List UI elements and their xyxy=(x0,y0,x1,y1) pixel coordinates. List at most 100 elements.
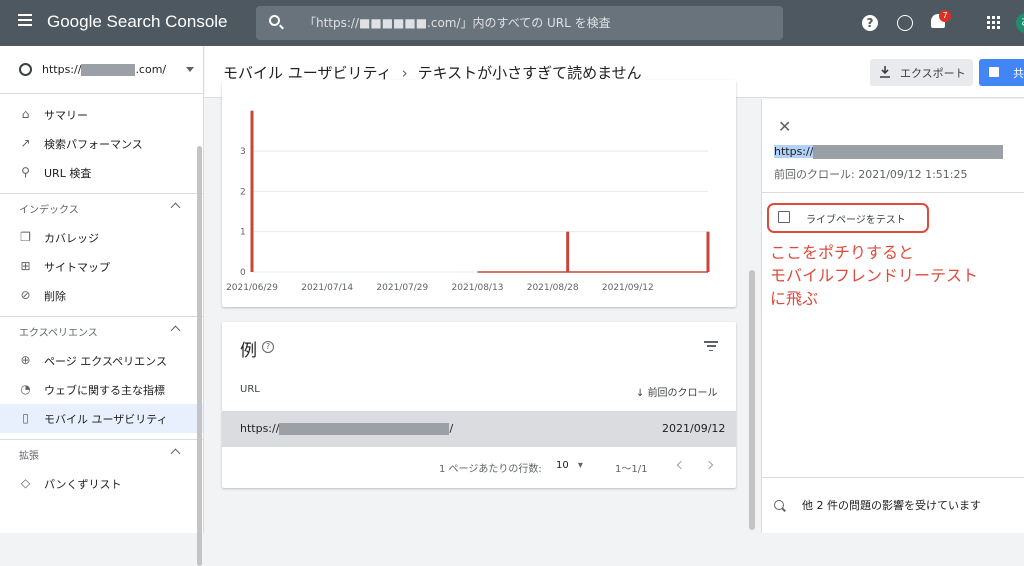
chevron-up-icon xyxy=(170,325,181,336)
row-last-crawl: 2021/09/12 xyxy=(662,422,726,435)
detail-panel: ✕ https:// 前回のクロール: 2021/09/12 1:51:25 ラ… xyxy=(761,99,1024,533)
home-icon: ⌂ xyxy=(21,107,30,121)
examples-card: 例 ? URL ↓ 前回のクロール https:// / 2021/09/12 1… xyxy=(222,322,736,488)
x-tick-label: 2021/08/13 xyxy=(452,283,504,293)
chevron-up-icon xyxy=(170,448,181,459)
sidebar-item-label: サイトマップ xyxy=(44,260,110,274)
menu-icon[interactable] xyxy=(18,14,32,26)
share-button[interactable]: 共有 xyxy=(979,59,1024,86)
property-favicon-icon xyxy=(19,63,32,76)
export-label: エクスポート xyxy=(900,66,966,80)
issue-chart: 0 1 2 3 2021/06/29 2021/07/14 2021/07/29 2021/0… xyxy=(226,110,710,293)
prev-page-icon[interactable] xyxy=(676,460,686,470)
x-tick-label: 2021/06/29 xyxy=(226,283,278,293)
section-title: エクスペリエンス xyxy=(19,328,98,339)
pagination-range: 1〜1/1 xyxy=(615,464,648,475)
account-avatar[interactable]: お xyxy=(1016,13,1024,33)
redacted-url xyxy=(813,145,1004,159)
main-scrollbar[interactable] xyxy=(749,270,755,530)
chart-bar xyxy=(250,110,254,273)
table-row[interactable]: https:// / 2021/09/12 xyxy=(222,411,736,447)
other-issues-label: 他 2 件の問題の影響を受けています xyxy=(802,499,981,512)
section-experience[interactable]: エクスペリエンス xyxy=(0,316,203,346)
chevron-up-icon xyxy=(170,202,181,213)
export-button[interactable]: エクスポート xyxy=(870,59,973,86)
download-icon xyxy=(880,66,890,78)
layers-icon: ◇ xyxy=(20,476,31,490)
other-issues-row[interactable]: 他 2 件の問題の影響を受けています xyxy=(774,497,981,513)
sidebar-item-label: サマリー xyxy=(44,108,88,122)
search-icon xyxy=(774,500,784,510)
x-tick-label: 2021/09/12 xyxy=(602,283,654,293)
url-prefix: https:// xyxy=(240,422,280,435)
nav-top: ⌂ サマリー ↗ 検索パフォーマンス ⚲ URL 検査 xyxy=(0,94,203,193)
visibility-off-icon: ⊘ xyxy=(20,288,31,302)
sidebar-item-page-experience[interactable]: ⊕ ページ エクスペリエンス xyxy=(0,346,203,375)
divider xyxy=(762,477,1024,478)
examples-title: 例 xyxy=(240,341,257,361)
help-icon[interactable]: ? xyxy=(862,15,878,31)
property-prefix: https:// xyxy=(42,63,82,76)
sidebar-item-label: パンくずリスト xyxy=(44,477,122,491)
sidebar-item-breadcrumbs[interactable]: ◇ パンくずリスト xyxy=(0,469,203,498)
sidebar-item-label: 検索パフォーマンス xyxy=(44,137,143,151)
redacted-domain xyxy=(81,63,136,76)
sidebar-item-label: モバイル ユーザビリティ xyxy=(44,412,168,426)
test-live-page-button[interactable]: ライブページをテスト xyxy=(767,203,929,233)
issue-chart-card: 0 1 2 3 2021/06/29 2021/07/14 2021/07/29 2021/0… xyxy=(222,80,736,307)
trending-up-icon: ↗ xyxy=(20,136,31,150)
filter-icon[interactable] xyxy=(704,341,718,352)
sidebar-item-sitemaps[interactable]: ⊞ サイトマップ xyxy=(0,252,203,281)
url-suffix: / xyxy=(449,422,454,435)
app-title[interactable]: Google Search Console xyxy=(47,12,228,32)
copy-icon: ❐ xyxy=(20,230,31,244)
panel-url: https:// xyxy=(774,145,1004,159)
lock-icon xyxy=(989,67,999,77)
redacted-path xyxy=(279,423,450,435)
x-tick-label: 2021/07/14 xyxy=(301,283,353,293)
notification-badge: 7 xyxy=(939,10,951,22)
sidebar-item-label: 削除 xyxy=(44,289,66,303)
search-input[interactable] xyxy=(304,12,774,34)
manage-users-icon[interactable] xyxy=(897,15,913,31)
dropdown-caret-icon xyxy=(186,67,194,72)
apps-grid-icon[interactable] xyxy=(987,16,1000,29)
section-title: 拡張 xyxy=(19,451,39,462)
section-index[interactable]: インデックス xyxy=(0,193,203,223)
rows-per-page-select[interactable]: 10 ▾ xyxy=(556,460,583,471)
next-page-icon[interactable] xyxy=(704,460,714,470)
plus-circle-icon: ⊕ xyxy=(20,353,31,367)
rows-per-page-label: 1 ページあたりの行数: xyxy=(439,464,542,475)
property-suffix: .com/ xyxy=(135,63,167,76)
sidebar-item-mobile-usability[interactable]: ▯ モバイル ユーザビリティ xyxy=(0,404,203,433)
sidebar-item-coverage[interactable]: ❐ カバレッジ xyxy=(0,223,203,252)
speed-icon: ◔ xyxy=(20,382,31,396)
test-live-page-label: ライブページをテスト xyxy=(806,215,906,226)
help-circle-icon[interactable]: ? xyxy=(262,341,274,353)
x-tick-label: 2021/07/29 xyxy=(376,283,428,293)
x-tick-label: 2021/08/28 xyxy=(527,283,579,293)
column-header-url: URL xyxy=(240,384,260,395)
column-header-last-crawl[interactable]: ↓ 前回のクロール xyxy=(636,384,718,399)
sitemap-icon: ⊞ xyxy=(20,259,31,273)
sidebar-item-label: ページ エクスペリエンス xyxy=(44,354,167,368)
last-crawl-time: 前回のクロール: 2021/09/12 1:51:25 xyxy=(774,168,968,181)
sidebar-item-url-inspection[interactable]: ⚲ URL 検査 xyxy=(0,158,203,187)
y-tick-label: 3 xyxy=(240,147,246,157)
smartphone-icon: ▯ xyxy=(22,411,29,425)
sidebar-scrollbar[interactable] xyxy=(197,146,202,566)
row-url: https:// / xyxy=(240,422,453,435)
close-icon[interactable]: ✕ xyxy=(778,117,791,136)
property-selector[interactable]: https:// .com/ xyxy=(0,46,203,94)
sidebar-item-summary[interactable]: ⌂ サマリー xyxy=(0,100,203,129)
sidebar-item-performance[interactable]: ↗ 検索パフォーマンス xyxy=(0,129,203,158)
search-icon xyxy=(269,15,280,26)
rows-per-page-value: 10 xyxy=(556,460,569,471)
sidebar-item-label: URL 検査 xyxy=(44,166,92,180)
chart-bar xyxy=(706,231,710,272)
section-enhancements[interactable]: 拡張 xyxy=(0,439,203,469)
sidebar-item-removals[interactable]: ⊘ 削除 xyxy=(0,281,203,310)
sidebar-item-core-web-vitals[interactable]: ◔ ウェブに関する主な指標 xyxy=(0,375,203,404)
chart-bar xyxy=(566,231,570,272)
url-inspect-search[interactable] xyxy=(256,6,783,40)
